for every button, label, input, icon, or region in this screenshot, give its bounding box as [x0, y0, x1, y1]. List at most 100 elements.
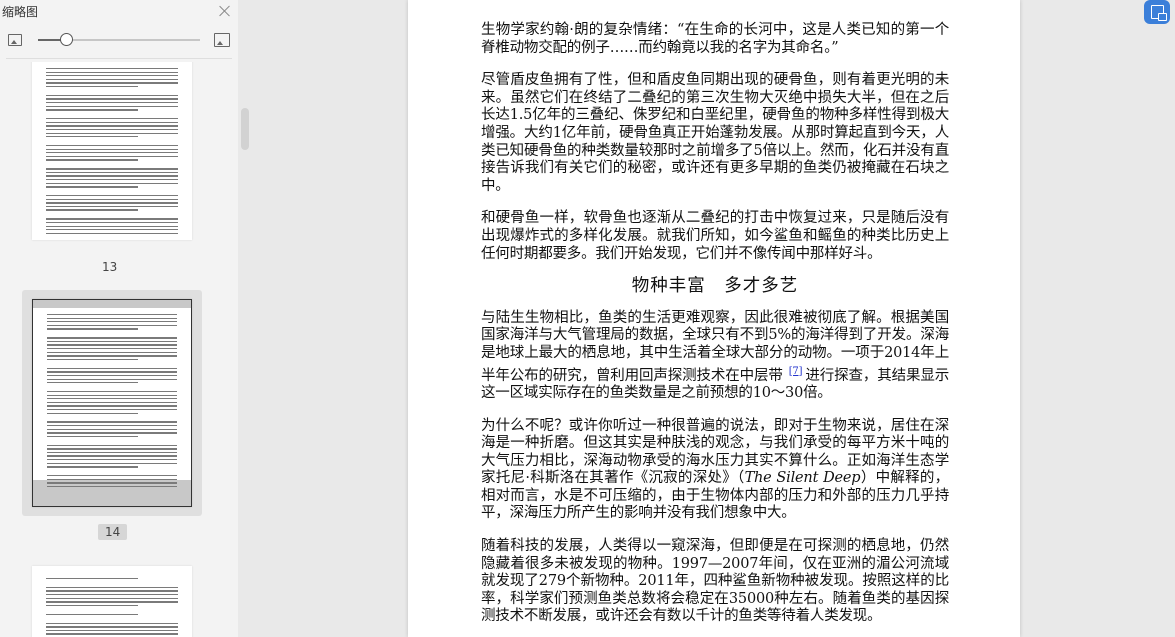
- document-page: 生物学家约翰·朗的复杂情绪：“在生命的长河中，这是人类已知的第一个脊椎动物交配的…: [408, 0, 1020, 637]
- thumbnail-page-15[interactable]: [22, 558, 202, 637]
- thumbnail-size-slider[interactable]: [38, 22, 200, 58]
- thumbnail-line: [47, 340, 177, 343]
- thumbnail-line: [46, 202, 178, 204]
- thumbnail-line: [47, 332, 177, 335]
- thumbnail-line: [47, 428, 177, 430]
- thumbnail-line: [47, 382, 138, 384]
- thumbnail-line: [47, 362, 177, 365]
- thumbnail-line: [46, 71, 178, 73]
- thumbnail-image: [32, 62, 192, 240]
- thumbnail-line: [47, 485, 177, 488]
- thumbnail-line: [46, 113, 178, 116]
- thumbnail-line: [47, 451, 177, 454]
- thumbnail-line: [46, 617, 178, 620]
- sidebar-title: 缩略图: [2, 4, 39, 19]
- thumbnail-line: [47, 367, 177, 370]
- thumbnail-line: [46, 232, 178, 235]
- thumbnail-line: [46, 225, 178, 227]
- thumbnail-line: [46, 136, 139, 138]
- thumbnail-line: [47, 439, 177, 442]
- thumbnail-line: [47, 405, 177, 407]
- thumbnail-line: [47, 355, 177, 357]
- thumbnail-line: [46, 218, 178, 220]
- thumbnail-page-label: 14: [98, 524, 128, 540]
- sidebar-scrollbar[interactable]: [241, 108, 249, 150]
- thumbnail-text-lines: [46, 68, 178, 236]
- thumbnail-line: [47, 390, 177, 393]
- slider-handle[interactable]: [59, 33, 73, 46]
- thumbnail-line: [46, 171, 178, 174]
- thumbnail-line: [46, 105, 178, 107]
- thumbnail-line: [46, 594, 178, 596]
- thumbnail-line: [47, 344, 177, 346]
- thumbnail-line: [47, 432, 177, 434]
- thumbnail-line: [46, 613, 139, 616]
- thumbnail-line: [46, 132, 178, 134]
- thumbnail-text-lines: [46, 578, 178, 637]
- sidebar-divider: [6, 58, 232, 59]
- thumbnail-line: [46, 590, 178, 592]
- thumbnail-line: [46, 148, 178, 150]
- document-tool-icon: [1150, 5, 1167, 21]
- thumbnail-line: [47, 351, 177, 353]
- thumbnail-line: [46, 128, 178, 131]
- thumbnail-line: [47, 348, 177, 350]
- thumbnail-line: [47, 378, 177, 380]
- thumbnail-line: [47, 416, 177, 419]
- thumbnail-line: [47, 470, 177, 473]
- thumbnail-line: [46, 155, 178, 158]
- footnote-link[interactable]: [7]: [783, 366, 806, 377]
- thumbnail-line: [46, 198, 178, 200]
- thumbnail-text-lines: [47, 314, 177, 490]
- thumbnail-line: [46, 604, 139, 607]
- thumbnail-line: [46, 195, 178, 197]
- thumbnail-page-14[interactable]: [22, 290, 202, 516]
- thumbnail-line: [47, 394, 177, 396]
- thumbnail-line: [46, 186, 139, 188]
- thumbnail-line: [46, 109, 139, 111]
- thumbnail-line: [47, 314, 177, 316]
- thumbnail-line: [47, 466, 138, 468]
- sidebar-header: 缩略图: [0, 0, 238, 22]
- thumbnail-line: [46, 140, 178, 143]
- floating-tool-button[interactable]: [1144, 0, 1170, 24]
- thumbnail-line: [46, 582, 178, 585]
- thumbnail-line: [46, 68, 178, 70]
- thumbnail-line: [47, 321, 177, 323]
- thumbnail-line: [47, 444, 177, 446]
- thumbnail-line: [47, 435, 138, 438]
- thumbnail-line: [46, 85, 139, 88]
- thumbnail-line: [46, 118, 178, 120]
- thumbnail-line: [46, 221, 178, 224]
- thumbnail-line: [46, 163, 178, 166]
- thumbnail-line: [46, 629, 178, 632]
- large-thumbnail-icon[interactable]: [214, 33, 230, 47]
- thumbnail-line: [46, 229, 178, 231]
- thumbnail-line: [47, 328, 138, 330]
- thumbnail-line: [47, 401, 177, 404]
- thumbnail-line: [46, 626, 178, 628]
- thumbnail-image: [32, 299, 192, 507]
- thumbnail-line: [47, 398, 177, 400]
- close-icon[interactable]: [218, 4, 232, 18]
- thumbnail-page-13[interactable]: [22, 62, 202, 250]
- paragraph-4: 与陆生生物相比，鱼类的生活更难观察，因此很难被彻底了解。根据美国国家海洋与大气管…: [481, 310, 949, 403]
- thumbnail-line: [46, 209, 139, 211]
- thumbnail-line: [46, 633, 178, 635]
- thumbnail-line: [46, 205, 178, 208]
- thumbnail-line: [46, 190, 178, 193]
- thumbnail-line: [47, 324, 177, 327]
- section-heading: 物种丰富 多才多艺: [631, 276, 799, 297]
- thumbnail-line: [47, 455, 177, 457]
- paragraph-5: 为什么不呢？或许你听过一种很普遍的说法，即对于生物来说，居住在深海是一种折磨。但…: [481, 418, 949, 524]
- paragraph-6: 随着科技的发展，人类得以一窥深海，但即便是在可探测的栖息地，仍然隐藏着很多未被发…: [481, 538, 949, 625]
- thumbnail-line: [46, 608, 178, 611]
- thumbnail-line: [46, 78, 178, 81]
- small-thumbnail-icon[interactable]: [8, 34, 22, 46]
- thumbnail-line: [46, 94, 178, 97]
- thumbnail-line: [47, 374, 177, 377]
- thumbnail-line: [46, 601, 178, 603]
- viewport-indicator-top: [33, 300, 191, 308]
- thumbnail-line: [46, 179, 178, 181]
- book-title-italic: The Silent Deep: [744, 470, 861, 487]
